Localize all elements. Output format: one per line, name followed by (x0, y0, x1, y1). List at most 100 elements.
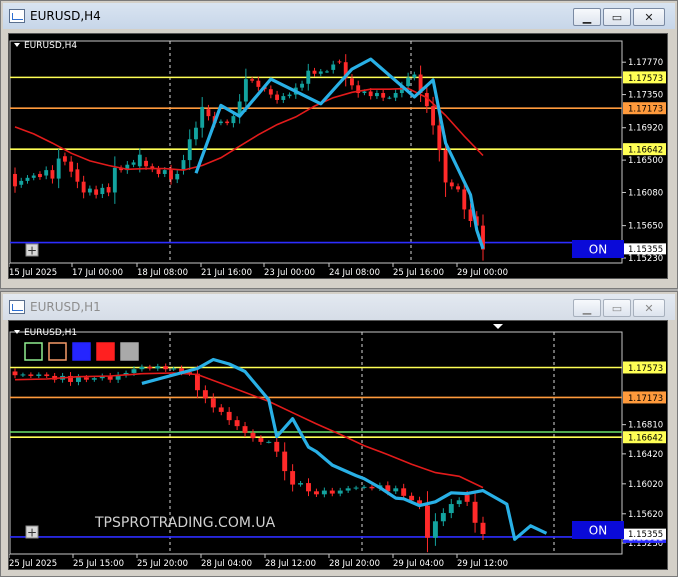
chart-shift-marker-icon[interactable] (493, 324, 503, 329)
minimize-button[interactable]: ▁ (573, 8, 601, 26)
maximize-button[interactable]: ▭ (603, 299, 631, 317)
candle (210, 398, 216, 408)
candle (443, 150, 448, 183)
candle (300, 83, 304, 88)
zigzag-line (141, 357, 548, 541)
chart-area[interactable]: 1.16810 1.16420 1.16020 1.15620 1.15230 1.175… (8, 320, 668, 570)
candle (313, 491, 319, 495)
candle (25, 177, 30, 181)
color-swatch[interactable] (24, 342, 43, 361)
candle (163, 366, 169, 370)
price-tick-label: 1.16920 (628, 124, 663, 134)
candle (175, 173, 180, 180)
candle (331, 64, 336, 70)
chart-menu-icon[interactable] (14, 43, 20, 47)
time-tick-label: 25 Jul 15:00 (73, 559, 124, 569)
candle (401, 488, 407, 496)
candle (437, 125, 442, 151)
candle (274, 441, 280, 452)
candle (194, 127, 198, 140)
chart-window-h4[interactable]: EURUSD,H4 ▁ ▭ ✕ 1.17770 1.17350 1.16920 1.1… (0, 0, 678, 289)
window-title: EURUSD,H4 (30, 9, 101, 23)
on-button-label: ON (589, 524, 607, 538)
candle (218, 407, 224, 412)
candle (226, 411, 232, 421)
candle (91, 378, 97, 380)
candle (480, 522, 486, 535)
plot-border (9, 40, 623, 264)
window-titlebar[interactable]: EURUSD,H4 ▁ ▭ ✕ (3, 3, 675, 29)
candle (440, 513, 446, 522)
level-price-label: 1.16642 (628, 146, 663, 156)
price-chart[interactable]: 1.168101.164201.160201.156201.152301.175… (9, 321, 667, 569)
time-tick-label: 25 Jul 16:00 (393, 268, 444, 278)
color-swatch[interactable] (120, 342, 139, 361)
candle (412, 74, 417, 78)
close-button[interactable]: ✕ (633, 8, 665, 26)
close-button[interactable]: ✕ (633, 299, 665, 317)
candle (169, 170, 173, 180)
candle (112, 167, 117, 193)
candle (425, 505, 430, 538)
candle (155, 366, 161, 369)
chart-area[interactable]: 1.17770 1.17350 1.16920 1.16500 1.16080 1.156… (8, 33, 668, 279)
candle (393, 488, 399, 492)
candle (144, 160, 148, 167)
candle (432, 521, 438, 538)
price-tick-label: 1.15230 (628, 254, 663, 264)
window-title: EURUSD,H1 (30, 300, 101, 314)
candle (83, 377, 89, 380)
time-tick-label: 29 Jul 00:00 (457, 268, 508, 278)
symbol-label: EURUSD,H4 (24, 41, 77, 51)
minimize-button[interactable]: ▁ (573, 299, 601, 317)
current-price-label: 1.15355 (628, 530, 663, 540)
time-tick-label: 25 Jul 20:00 (137, 559, 188, 569)
color-swatch[interactable] (96, 342, 115, 361)
candle (250, 79, 255, 81)
candle (337, 490, 343, 494)
close-icon: ✕ (644, 11, 654, 24)
candle (156, 169, 161, 174)
candle (258, 438, 264, 442)
price-chart[interactable]: 1.17770 1.17350 1.16920 1.16500 1.16080 1.156… (9, 34, 667, 278)
maximize-button[interactable]: ▭ (603, 8, 631, 26)
candle (187, 139, 192, 161)
price-tick-label: 1.16420 (628, 450, 663, 460)
candle (243, 79, 248, 102)
candle (218, 121, 223, 124)
candle (31, 175, 36, 178)
candle (472, 501, 478, 523)
candle (106, 187, 111, 193)
candle (13, 173, 17, 187)
minimize-icon: ▁ (582, 11, 592, 24)
candle (456, 186, 460, 190)
maximize-icon: ▭ (611, 302, 623, 315)
candle (350, 78, 354, 86)
candle (75, 377, 81, 382)
candle (409, 495, 415, 501)
candle (200, 106, 205, 128)
candle (75, 169, 80, 182)
candle (162, 170, 167, 174)
time-tick-label: 23 Jul 00:00 (264, 268, 315, 278)
price-tick-label: 1.16810 (628, 421, 663, 431)
maximize-icon: ▭ (611, 11, 623, 24)
color-swatch[interactable] (72, 342, 91, 361)
on-button-label: ON (589, 243, 607, 257)
candle (381, 93, 386, 98)
chart-window-h1[interactable]: EURUSD,H1 ▁ ▭ ✕ 1.16810 1.16420 1.16020 1.1… (0, 291, 678, 577)
price-tick-label: 1.16500 (628, 156, 663, 166)
window-titlebar[interactable]: EURUSD,H1 ▁ ▭ ✕ (3, 294, 675, 320)
level-price-label: 1.16642 (628, 434, 663, 444)
time-tick-label: 28 Jul 12:00 (265, 559, 316, 569)
plus-icon: + (27, 526, 37, 540)
candle (268, 89, 273, 95)
time-tick-label: 21 Jul 16:00 (201, 268, 252, 278)
candle (87, 188, 92, 193)
time-tick-label: 15 Jul 2025 (9, 268, 57, 278)
time-tick-label: 28 Jul 04:00 (201, 559, 252, 569)
color-swatch[interactable] (48, 342, 67, 361)
candle (275, 94, 280, 100)
time-tick-label: 28 Jul 20:00 (329, 559, 380, 569)
candle (20, 374, 26, 376)
